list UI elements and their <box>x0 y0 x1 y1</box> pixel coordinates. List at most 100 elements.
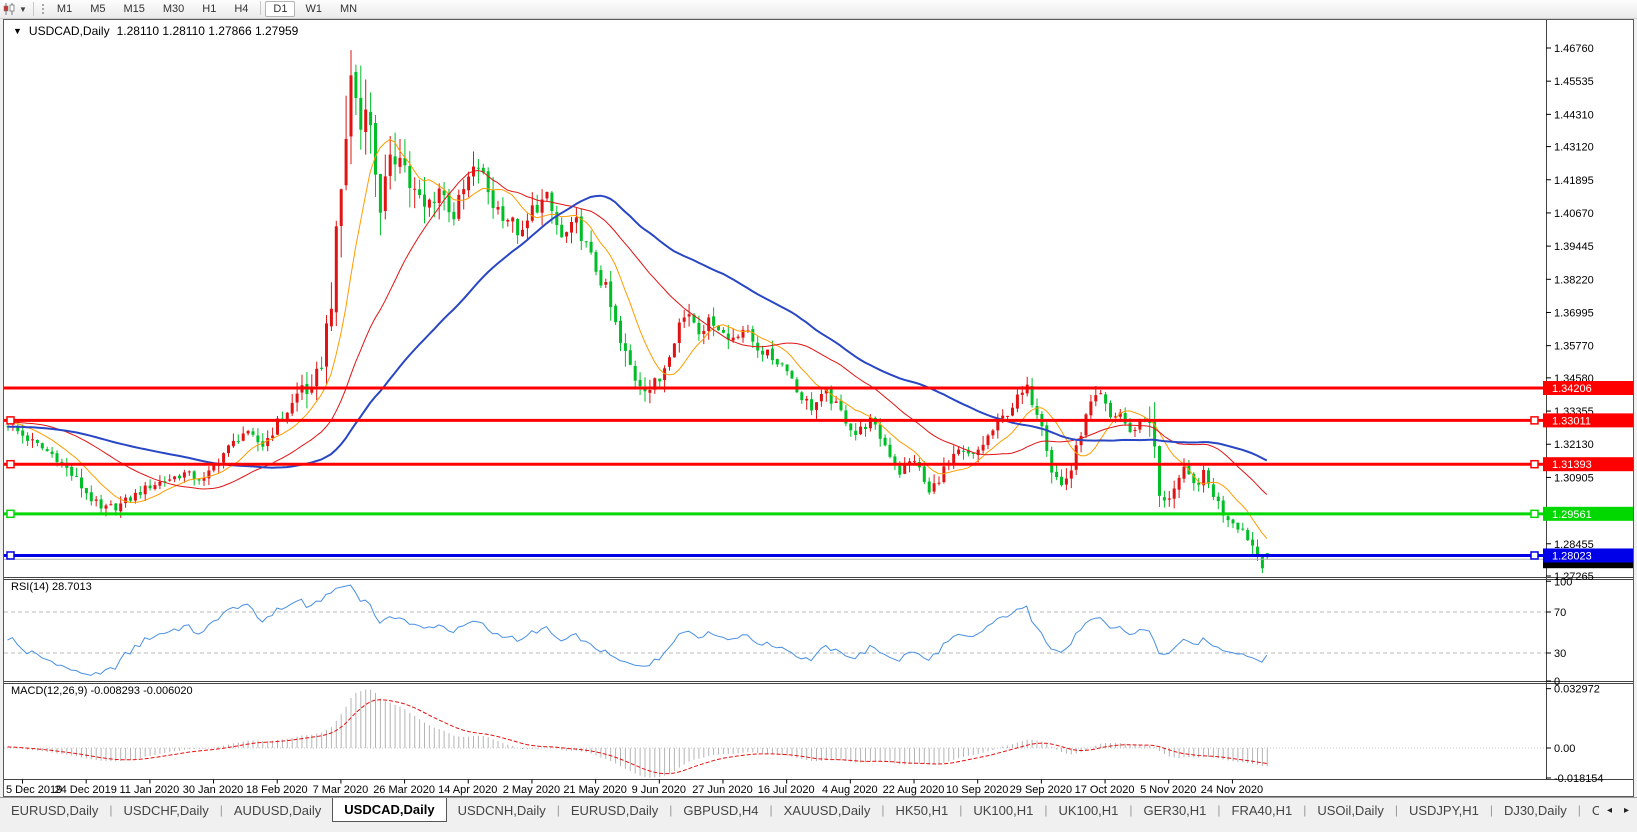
date-axis: 5 Dec 201924 Dec 201911 Jan 202030 Jan 2… <box>6 780 1263 797</box>
svg-text:-0.018154: -0.018154 <box>1554 773 1604 785</box>
svg-text:1.33011: 1.33011 <box>1552 415 1591 427</box>
tab-usdjpy-h1[interactable]: USDJPY,H1 <box>1398 798 1490 822</box>
chart-symbol-label: USDCAD,Daily <box>29 24 110 38</box>
macd-panel: 0.032972 0.00 -0.018154 <box>4 684 1604 785</box>
timeframe-button-w1[interactable]: W1 <box>297 1 330 17</box>
top-toolbar: ▼ M1M5M15M30H1H4 D1W1MN <box>0 0 1637 19</box>
chart-window: 1.467601.455351.443101.431201.418951.406… <box>3 19 1634 797</box>
hline-handle[interactable] <box>7 461 14 468</box>
panel-chrome <box>4 20 1633 780</box>
hline-handle[interactable] <box>1531 510 1538 517</box>
tab-usdchf-daily[interactable]: USDCHF,Daily <box>113 798 220 822</box>
svg-text:1.43120: 1.43120 <box>1554 142 1594 154</box>
tab-scroll-arrows: ◂ ▸ <box>1599 797 1637 822</box>
svg-text:1.29561: 1.29561 <box>1552 509 1592 521</box>
svg-text:1.30905: 1.30905 <box>1554 472 1594 484</box>
tab-usdcnh-daily[interactable]: USDCNH,Daily <box>447 798 557 822</box>
svg-text:7 Mar 2020: 7 Mar 2020 <box>313 784 369 796</box>
hline-handle[interactable] <box>7 552 14 559</box>
tab-audusd-daily[interactable]: AUDUSD,Daily <box>223 798 332 822</box>
svg-text:22 Aug 2020: 22 Aug 2020 <box>883 784 945 796</box>
rsi-line <box>8 585 1267 675</box>
symbol-tabbar: EURUSD,Daily|USDCHF,Daily|AUDUSD,DailyUS… <box>0 797 1637 822</box>
candles-icon <box>3 3 17 15</box>
chart-tool-icon[interactable]: ▼ <box>0 1 30 17</box>
svg-text:4 Aug 2020: 4 Aug 2020 <box>822 784 878 796</box>
svg-text:10 Sep 2020: 10 Sep 2020 <box>946 784 1008 796</box>
svg-text:11 Jan 2020: 11 Jan 2020 <box>119 784 179 796</box>
tab-eurusd-daily[interactable]: EURUSD,Daily <box>560 798 669 822</box>
svg-text:24 Dec 2019: 24 Dec 2019 <box>54 784 116 796</box>
timeframe-button-m5[interactable]: M5 <box>82 1 113 17</box>
timeframe-button-mn[interactable]: MN <box>332 1 365 17</box>
chart-collapse-icon[interactable]: ▼ <box>13 26 22 36</box>
svg-text:14 Apr 2020: 14 Apr 2020 <box>438 784 497 796</box>
tab-ger30-h1[interactable]: GER30,H1 <box>1133 798 1218 822</box>
svg-text:17 Oct 2020: 17 Oct 2020 <box>1075 784 1135 796</box>
tab-dj30-daily[interactable]: DJ30,Daily <box>1493 798 1578 822</box>
timeframe-button-h1[interactable]: H1 <box>194 1 224 17</box>
timeframe-button-group: M1M5M15M30H1H4 D1W1MN <box>48 1 366 17</box>
svg-text:70: 70 <box>1554 607 1566 619</box>
rsi-indicator-label: RSI(14) 28.7013 <box>11 581 92 593</box>
svg-text:5 Nov 2020: 5 Nov 2020 <box>1140 784 1196 796</box>
tab-usdcad-daily[interactable]: USDCAD,Daily <box>332 798 446 822</box>
svg-text:0.032972: 0.032972 <box>1554 684 1600 696</box>
tab-fra40-h1[interactable]: FRA40,H1 <box>1221 798 1304 822</box>
svg-text:1.34206: 1.34206 <box>1552 383 1592 395</box>
candles <box>7 50 1269 573</box>
svg-text:1.36995: 1.36995 <box>1554 307 1594 319</box>
svg-text:0.00: 0.00 <box>1554 743 1575 755</box>
svg-text:100: 100 <box>1554 576 1572 588</box>
hline-handle[interactable] <box>1531 417 1538 424</box>
svg-text:27 Jun 2020: 27 Jun 2020 <box>692 784 753 796</box>
horizontal-lines[interactable] <box>4 388 1546 559</box>
svg-text:2 May 2020: 2 May 2020 <box>503 784 560 796</box>
hline-handle[interactable] <box>7 417 14 424</box>
macd-signal-line <box>8 700 1267 774</box>
tab-hk50-h1[interactable]: HK50,H1 <box>884 798 959 822</box>
timeframe-button-m15[interactable]: M15 <box>115 1 152 17</box>
svg-text:1.46760: 1.46760 <box>1554 43 1594 55</box>
tab-usoil-daily[interactable]: USOil,Daily <box>1306 798 1394 822</box>
svg-text:29 Sep 2020: 29 Sep 2020 <box>1010 784 1072 796</box>
svg-text:1.32130: 1.32130 <box>1554 439 1594 451</box>
hline-handle[interactable] <box>1531 461 1538 468</box>
timeframe-button-h4[interactable]: H4 <box>226 1 256 17</box>
tab-xauusd-daily[interactable]: XAUUSD,Daily <box>773 798 882 822</box>
svg-text:1.44310: 1.44310 <box>1554 109 1594 121</box>
svg-text:16 Jul 2020: 16 Jul 2020 <box>758 784 815 796</box>
tab-uk100-h1[interactable]: UK100,H1 <box>1047 798 1129 822</box>
svg-text:18 Feb 2020: 18 Feb 2020 <box>246 784 308 796</box>
svg-text:21 May 2020: 21 May 2020 <box>563 784 627 796</box>
tab-gbpusd-h4[interactable]: GBPUSD,H4 <box>672 798 769 822</box>
svg-text:1.39445: 1.39445 <box>1554 241 1594 253</box>
chart-title: ▼ USDCAD,Daily 1.28110 1.28110 1.27866 1… <box>13 24 298 38</box>
hline-handle[interactable] <box>7 510 14 517</box>
chart-canvas[interactable]: 1.467601.455351.443101.431201.418951.406… <box>4 20 1633 796</box>
svg-text:1.28023: 1.28023 <box>1552 550 1592 562</box>
chart-ohlc-values: 1.28110 1.28110 1.27866 1.27959 <box>117 24 299 38</box>
tab-eurusd-daily[interactable]: EURUSD,Daily <box>0 798 109 822</box>
timeframe-button-d1[interactable]: D1 <box>265 1 295 17</box>
svg-text:24 Nov 2020: 24 Nov 2020 <box>1201 784 1263 796</box>
hline-handle[interactable] <box>1531 552 1538 559</box>
tab-uk100-h1[interactable]: UK100,H1 <box>962 798 1044 822</box>
rsi-panel: 10070300 <box>4 576 1572 688</box>
svg-text:26 Mar 2020: 26 Mar 2020 <box>373 784 435 796</box>
ma-10-line <box>8 140 1267 539</box>
tab-scroll-right-icon[interactable]: ▸ <box>1624 805 1629 816</box>
toolbar-separator <box>33 2 34 16</box>
ma-28-line <box>8 171 1267 495</box>
toolbar-grip-handle[interactable] <box>40 2 45 16</box>
ma-55-line <box>8 196 1267 468</box>
svg-text:1.41895: 1.41895 <box>1554 175 1594 187</box>
price-axis: 1.467601.455351.443101.431201.418951.406… <box>1546 43 1594 583</box>
tab-scroll-left-icon[interactable]: ◂ <box>1607 805 1612 816</box>
dropdown-caret-icon: ▼ <box>19 5 27 14</box>
timeframe-button-m1[interactable]: M1 <box>49 1 80 17</box>
svg-text:1.45535: 1.45535 <box>1554 76 1594 88</box>
svg-text:30 Jan 2020: 30 Jan 2020 <box>183 784 244 796</box>
svg-text:1.31393: 1.31393 <box>1552 459 1592 471</box>
timeframe-button-m30[interactable]: M30 <box>155 1 192 17</box>
